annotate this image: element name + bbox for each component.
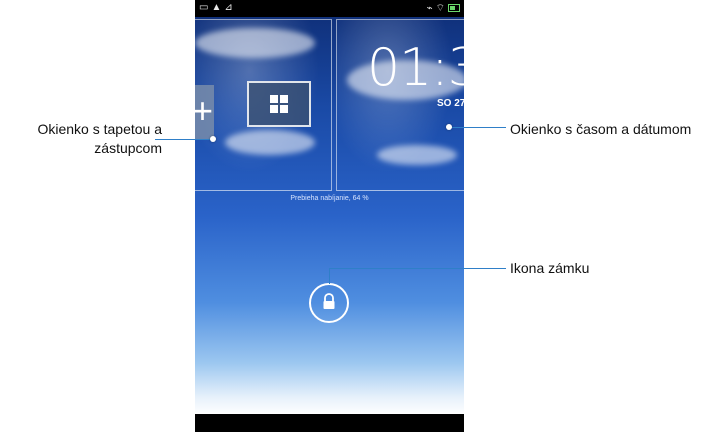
mute-icon: ⌁ [426,3,436,14]
leader-dot-time-date [446,124,452,130]
warning-icon: ▲ [211,2,225,13]
screenshot-icon: ⊿ [224,2,236,13]
leader-line-time-date [449,127,506,128]
battery-icon [448,4,460,13]
charging-status: Prebieha nabíjanie, 64 % [290,195,369,202]
clock-time: 01:3 [367,38,464,98]
navigation-bar [195,414,464,432]
lock-screen: ▭▲⊿ ⌁⌔ + 01:3 SO 27 Prebieha nabíjanie, … [195,0,464,432]
leader-line-wallpaper [155,139,213,140]
callout-wallpaper-shortcut: Okienko s tapetou a zástupcom [37,121,162,156]
callout-lock-icon: Ikona zámku [510,260,590,276]
callout-time-date: Okienko s časom a dátumom [510,121,692,137]
wallpaper-shortcut-widget[interactable]: + [195,19,332,191]
status-bar: ▭▲⊿ ⌁⌔ [195,0,464,17]
clock-date: SO 27 [437,98,464,109]
calendar-icon: ▭ [199,2,212,13]
widgets-button[interactable] [247,81,311,127]
time-date-widget[interactable]: 01:3 SO 27 [336,19,464,191]
lock-icon [323,293,335,309]
add-widget-button[interactable]: + [195,85,214,140]
wifi-icon: ⌔ [435,3,448,14]
notification-icons: ▭▲⊿ [199,2,236,13]
leader-dot-wallpaper [210,136,216,142]
leader-line-lock-vertical [329,268,330,284]
widgets-icon [270,95,288,113]
leader-line-lock [330,268,506,269]
plus-icon: + [195,90,214,131]
system-icons: ⌁⌔ [427,2,460,15]
unlock-button[interactable] [309,283,349,323]
